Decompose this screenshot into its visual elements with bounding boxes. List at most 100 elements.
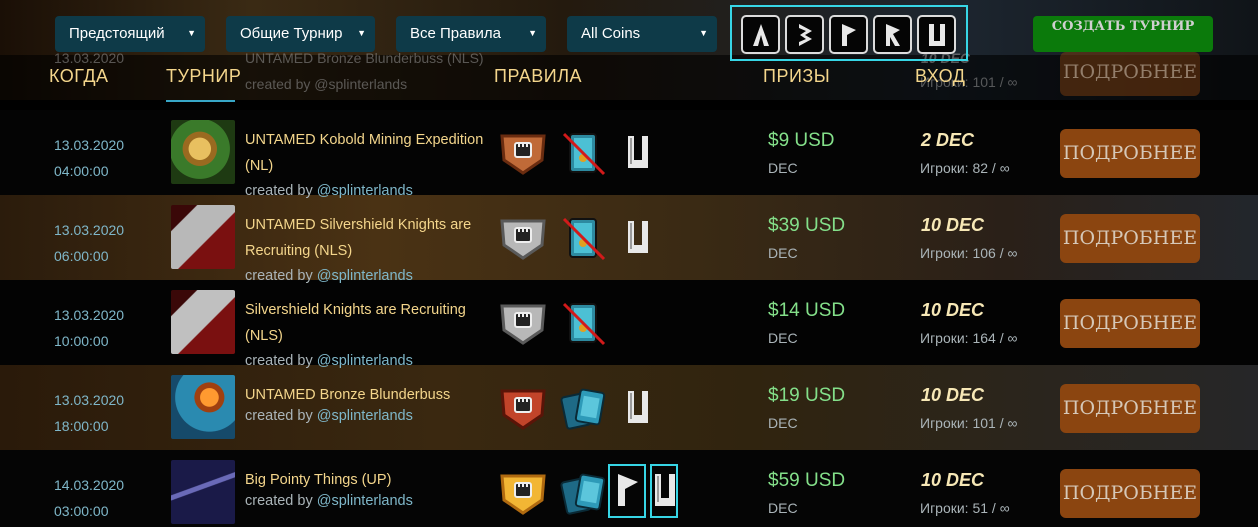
entry-fee: 2 DEC — [921, 130, 975, 150]
tournament-row: 14.03.2020 03:00:00 Big Pointy Things (U… — [0, 450, 1258, 527]
prize-amount: $59 USD — [768, 470, 846, 491]
details-button[interactable]: ПОДРОБНЕЕ — [1060, 214, 1200, 263]
column-header-entry: ВХОД — [915, 66, 966, 86]
details-button[interactable]: ПОДРОБНЕЕ — [1060, 384, 1200, 433]
untamed-edition-icon — [929, 24, 945, 46]
league-shield-icon — [500, 134, 546, 175]
tournament-creator: created by @splinterlands — [245, 408, 413, 424]
creator-prefix: created by — [245, 408, 317, 424]
untamed-edition-icon — [655, 474, 675, 506]
tournament-title[interactable]: UNTAMED Bronze Blunderbuss — [245, 382, 495, 408]
alpha-edition-icon — [753, 24, 769, 46]
tournament-thumbnail — [171, 375, 235, 439]
creator-prefix: created by — [245, 493, 317, 509]
tournament-start-datetime: 14.03.2020 03:00:00 — [54, 472, 124, 524]
type-filter-value: Общие Турнир — [240, 25, 343, 42]
no-legendaries-icon — [562, 302, 606, 346]
creator-link[interactable]: @splinterlands — [317, 493, 413, 509]
entry-fee: 10 DEC — [921, 470, 985, 490]
tournament-date: 13.03.2020 — [54, 137, 125, 153]
untamed-edition-icon — [628, 391, 648, 423]
details-button[interactable]: ПОДРОБНЕЕ — [1060, 469, 1200, 518]
tournament-row: 13.03.2020 18:00:00 UNTAMED Bronze Blund… — [0, 365, 1258, 450]
entry-fee: 10 DEC — [921, 215, 985, 235]
promo-edition-button[interactable] — [829, 15, 868, 54]
players-count: Игроки: 51 / ∞ — [920, 500, 1010, 516]
tournament-date: 13.03.2020 — [54, 307, 125, 323]
column-header-rules: ПРАВИЛА — [494, 66, 583, 86]
rules-filter-select[interactable]: Все Правила ▼ — [396, 16, 546, 52]
league-shield-icon — [500, 474, 546, 515]
untamed-edition-icon — [628, 136, 648, 168]
untamed-rule-box — [650, 464, 678, 518]
reward-edition-icon — [886, 24, 900, 46]
rules-filter-value: Все Правила — [410, 25, 501, 42]
chevron-down-icon: ▼ — [699, 28, 708, 38]
players-count: Игроки: 106 / ∞ — [920, 245, 1018, 261]
coins-filter-select[interactable]: All Coins ▼ — [567, 16, 717, 52]
players-count: Игроки: 164 / ∞ — [920, 330, 1018, 346]
tournament-thumbnail — [171, 205, 235, 269]
tournament-date: 13.03.2020 — [54, 222, 125, 238]
prize-currency: DEC — [768, 160, 798, 176]
tournament-rules — [498, 385, 698, 433]
tournament-title[interactable]: UNTAMED Kobold Mining Expedition (NL) — [245, 127, 495, 179]
no-legendaries-icon — [562, 217, 606, 261]
edition-filter-group — [730, 5, 968, 61]
chevron-down-icon: ▼ — [187, 28, 196, 38]
tournament-thumbnail — [171, 460, 235, 524]
untamed-edition-icon — [628, 221, 648, 253]
creator-link[interactable]: @splinterlands — [317, 408, 413, 424]
promo-rule-box — [608, 464, 646, 518]
players-count: Игроки: 82 / ∞ — [920, 160, 1010, 176]
chevron-down-icon: ▼ — [528, 28, 537, 38]
prize-currency: DEC — [768, 330, 798, 346]
tournament-rules — [498, 130, 698, 178]
prize-currency: DEC — [768, 415, 798, 431]
tournament-time: 06:00:00 — [54, 248, 109, 264]
tournament-time: 04:00:00 — [54, 163, 109, 179]
tournament-thumbnail — [171, 120, 235, 184]
tournament-column-underline — [166, 100, 235, 102]
tournament-title[interactable]: Big Pointy Things (UP) — [245, 467, 495, 493]
entry-fee: 10 DEC — [921, 300, 985, 320]
prize-amount: $14 USD — [768, 300, 846, 321]
details-button[interactable]: ПОДРОБНЕЕ — [1060, 299, 1200, 348]
reward-edition-button[interactable] — [873, 15, 912, 54]
tournament-title[interactable]: Silvershield Knights are Recruiting (NLS… — [245, 297, 495, 349]
tournament-date: 14.03.2020 — [54, 477, 125, 493]
beta-edition-icon — [799, 24, 812, 46]
tournament-row: 13.03.2020 04:00:00 UNTAMED Kobold Minin… — [0, 110, 1258, 199]
tournament-time: 18:00:00 — [54, 418, 109, 434]
column-header-tournament[interactable]: ТУРНИР — [166, 66, 241, 87]
untamed-edition-button[interactable] — [917, 15, 956, 54]
tournament-start-datetime: 13.03.2020 10:00:00 — [54, 302, 124, 354]
coins-filter-value: All Coins — [581, 25, 641, 42]
tournament-start-datetime: 13.03.2020 06:00:00 — [54, 217, 124, 269]
details-button[interactable]: ПОДРОБНЕЕ — [1060, 129, 1200, 178]
prize-currency: DEC — [768, 245, 798, 261]
players-count: Игроки: 101 / ∞ — [920, 415, 1018, 431]
tournament-start-datetime: 13.03.2020 18:00:00 — [54, 387, 124, 439]
column-header-prizes: ПРИЗЫ — [763, 66, 831, 86]
tournament-time: 10:00:00 — [54, 333, 109, 349]
league-shield-icon — [500, 304, 546, 345]
promo-edition-icon — [618, 474, 638, 506]
card-pack-icon — [560, 473, 606, 515]
league-shield-icon — [500, 219, 546, 260]
prize-amount: $39 USD — [768, 215, 846, 236]
create-tournament-button[interactable]: СОЗДАТЬ ТУРНИР — [1033, 16, 1213, 52]
type-filter-select[interactable]: Общие Турнир ▼ — [226, 16, 375, 52]
no-legendaries-icon — [562, 132, 606, 176]
tournament-start-datetime: 13.03.2020 04:00:00 — [54, 132, 124, 184]
alpha-edition-button[interactable] — [741, 15, 780, 54]
prize-currency: DEC — [768, 500, 798, 516]
tournament-title[interactable]: UNTAMED Silvershield Knights are Recruit… — [245, 212, 495, 264]
beta-edition-button[interactable] — [785, 15, 824, 54]
tournament-rules — [498, 464, 698, 518]
card-pack-icon — [560, 388, 606, 430]
status-filter-select[interactable]: Предстоящий ▼ — [55, 16, 205, 52]
chevron-down-icon: ▼ — [357, 28, 366, 38]
tournament-date: 13.03.2020 — [54, 392, 125, 408]
tournament-time: 03:00:00 — [54, 503, 109, 519]
